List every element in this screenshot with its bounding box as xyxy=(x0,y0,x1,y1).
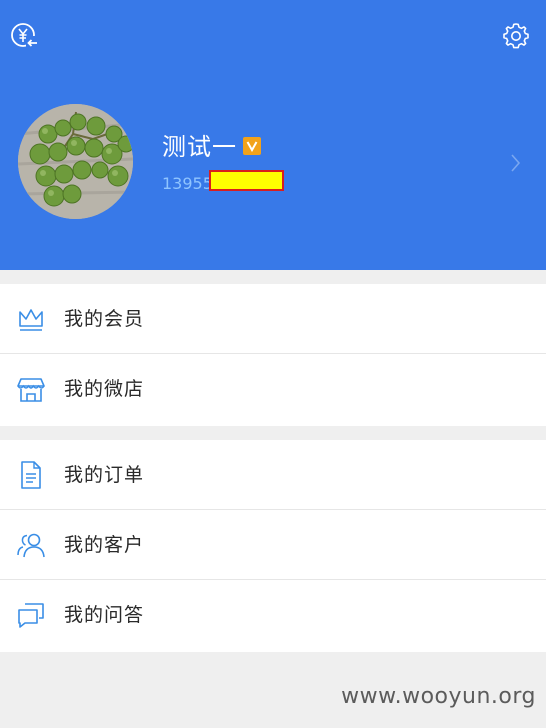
document-icon xyxy=(21,461,41,489)
menu-item-qa[interactable]: 我的问答 xyxy=(0,580,546,650)
profile-header: 测试一 13955 xyxy=(0,0,546,270)
currency-exchange-icon[interactable] xyxy=(8,20,40,52)
users-icon xyxy=(17,533,45,558)
redaction-box xyxy=(209,170,284,191)
menu-item-membership[interactable]: 我的会员 xyxy=(0,284,546,354)
user-name: 测试一 xyxy=(162,133,237,161)
vip-badge-icon xyxy=(243,137,261,155)
crown-icon xyxy=(19,309,43,331)
watermark: www.wooyun.org xyxy=(341,684,536,709)
gear-icon[interactable] xyxy=(500,20,532,52)
profile-page: 测试一 13955 我的会员 我的微店 我的订单 我的客户 我的问答 www.w… xyxy=(0,0,546,728)
chat-icon xyxy=(18,603,44,628)
menu-group-membership: 我的会员 我的微店 xyxy=(0,284,546,426)
menu-label-store: 我的微店 xyxy=(64,378,145,400)
menu-label-orders: 我的订单 xyxy=(64,464,145,486)
avatar[interactable] xyxy=(18,104,133,219)
menu-label-qa: 我的问答 xyxy=(64,604,145,626)
menu-item-customers[interactable]: 我的客户 xyxy=(0,510,546,580)
menu-group-business: 我的订单 我的客户 我的问答 xyxy=(0,440,546,652)
chevron-right-icon[interactable] xyxy=(508,151,524,175)
menu-item-store[interactable]: 我的微店 xyxy=(0,354,546,424)
menu-label-membership: 我的会员 xyxy=(64,308,145,330)
phone-number: 13955 xyxy=(162,174,213,193)
store-icon xyxy=(17,378,45,402)
menu-label-customers: 我的客户 xyxy=(64,534,145,556)
profile-row[interactable]: 测试一 13955 xyxy=(0,96,546,226)
menu-item-orders[interactable]: 我的订单 xyxy=(0,440,546,510)
